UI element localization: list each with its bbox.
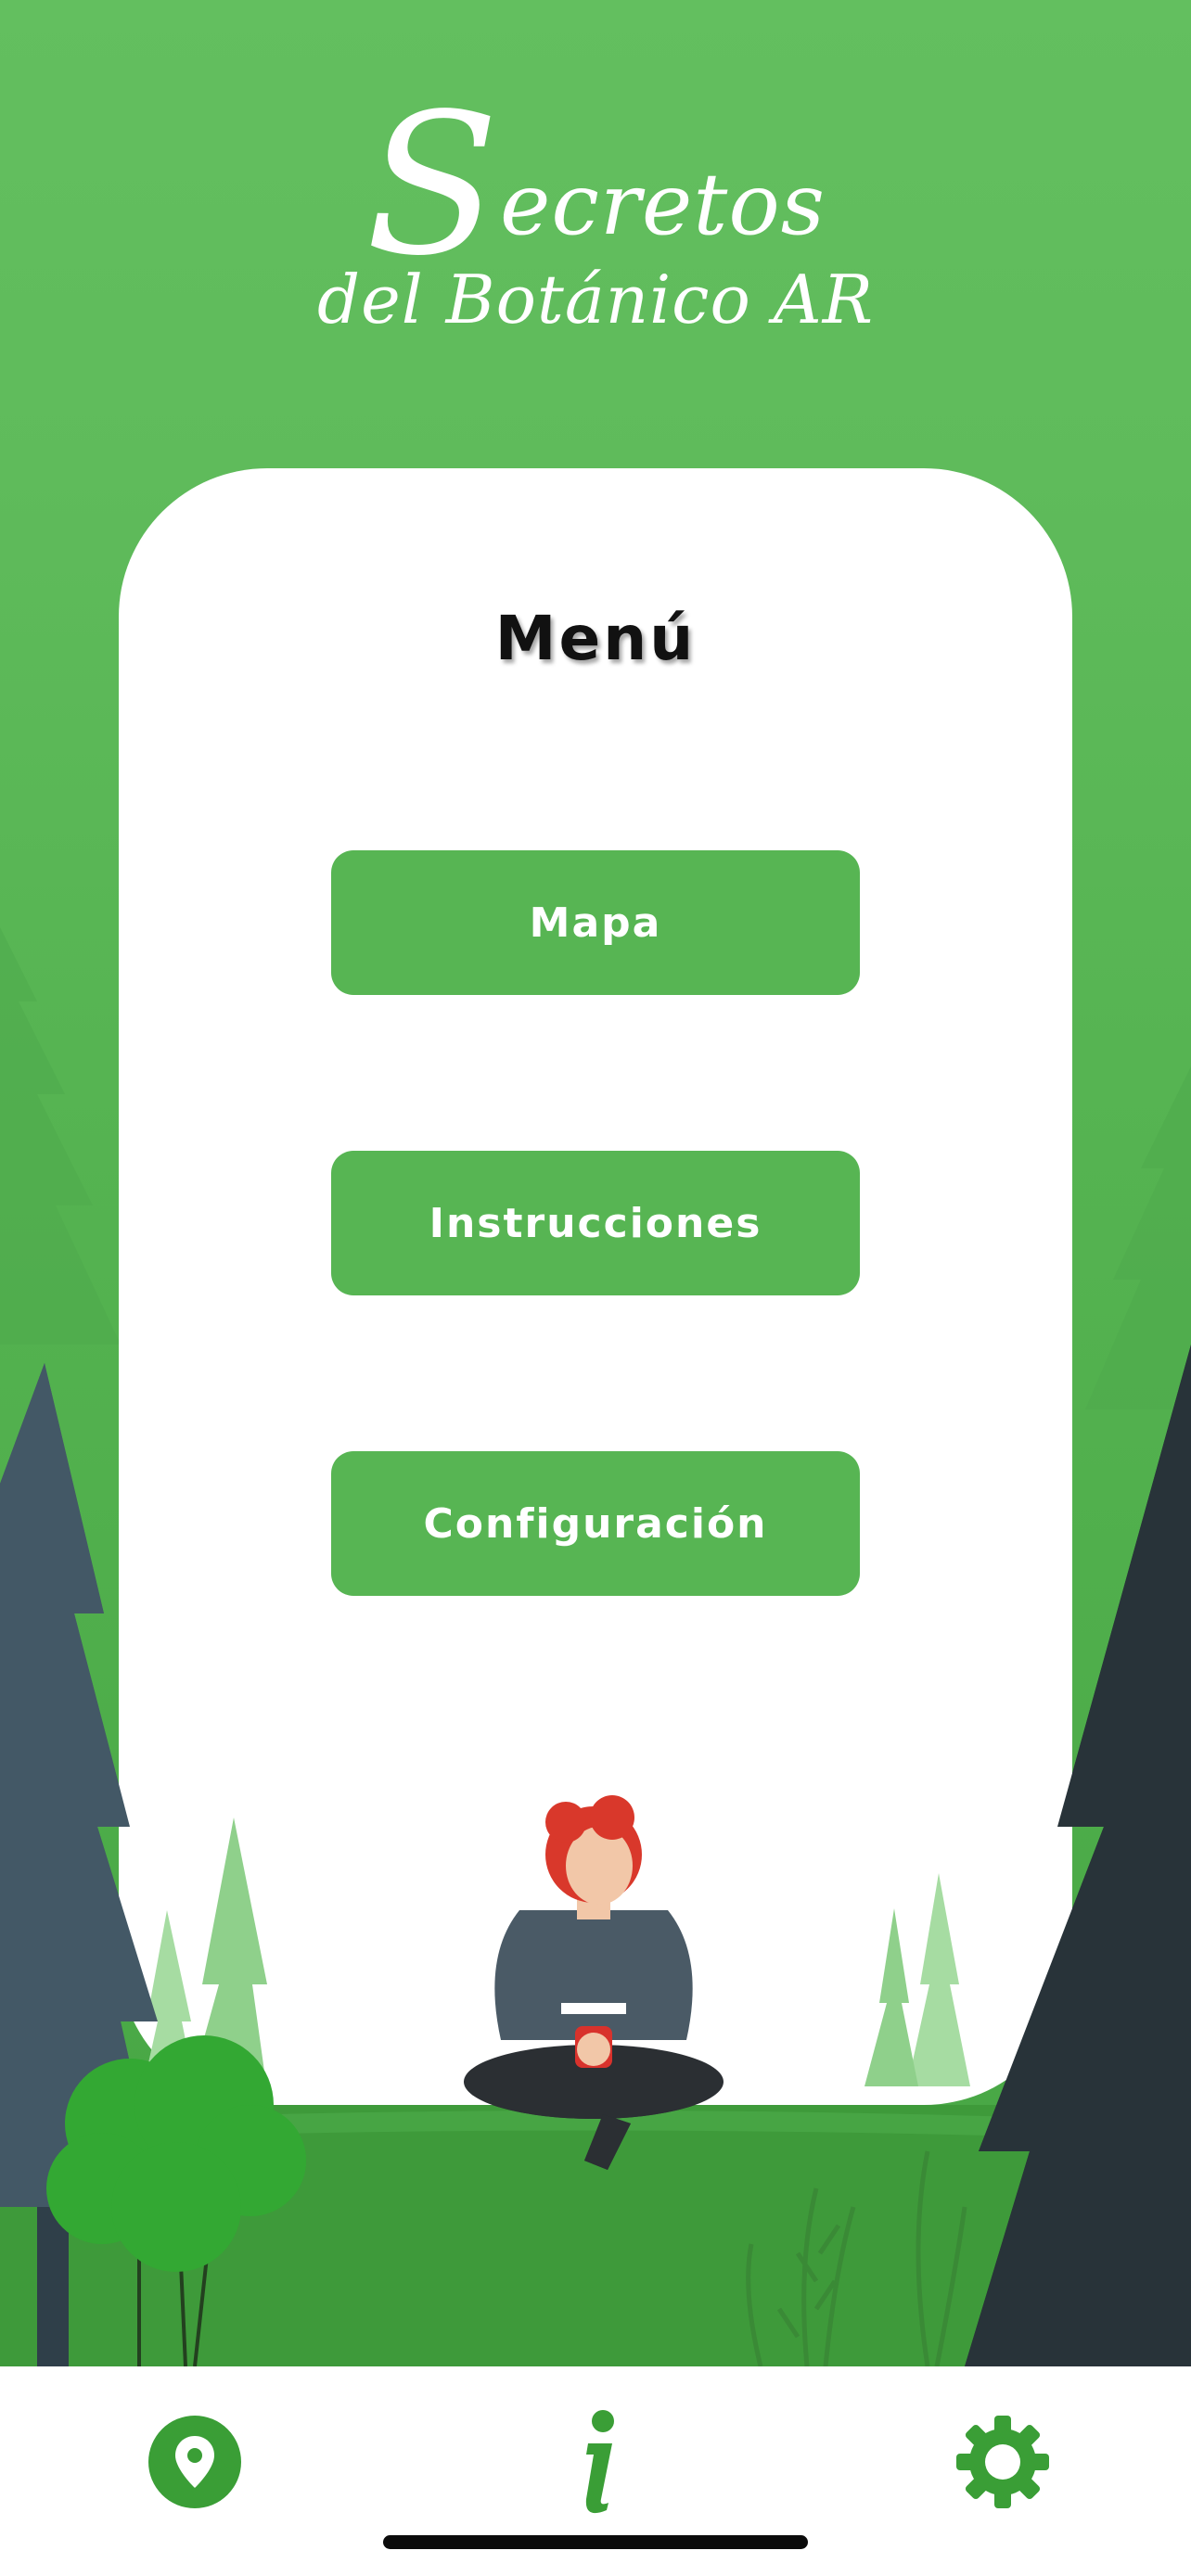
tab-map[interactable] [134,2402,255,2522]
logo-line-1: Secretos [365,71,826,299]
logo-line-2: del Botánico AR [317,261,874,338]
app-logo: Secretos del Botánico AR [0,71,1191,341]
menu-title: Menú [494,603,697,674]
mapa-button[interactable]: Mapa [331,850,860,995]
home-indicator[interactable] [383,2535,808,2549]
configuracion-button[interactable]: Configuración [331,1451,860,1596]
map-pin-icon [148,2416,241,2508]
info-icon [585,2410,614,2514]
background-scene: Secretos del Botánico AR Menú Mapa Instr… [0,0,1191,2366]
tab-info[interactable] [535,2402,656,2522]
gear-icon [956,2416,1049,2508]
instrucciones-button[interactable]: Instrucciones [331,1151,860,1295]
tab-settings[interactable] [942,2402,1063,2522]
